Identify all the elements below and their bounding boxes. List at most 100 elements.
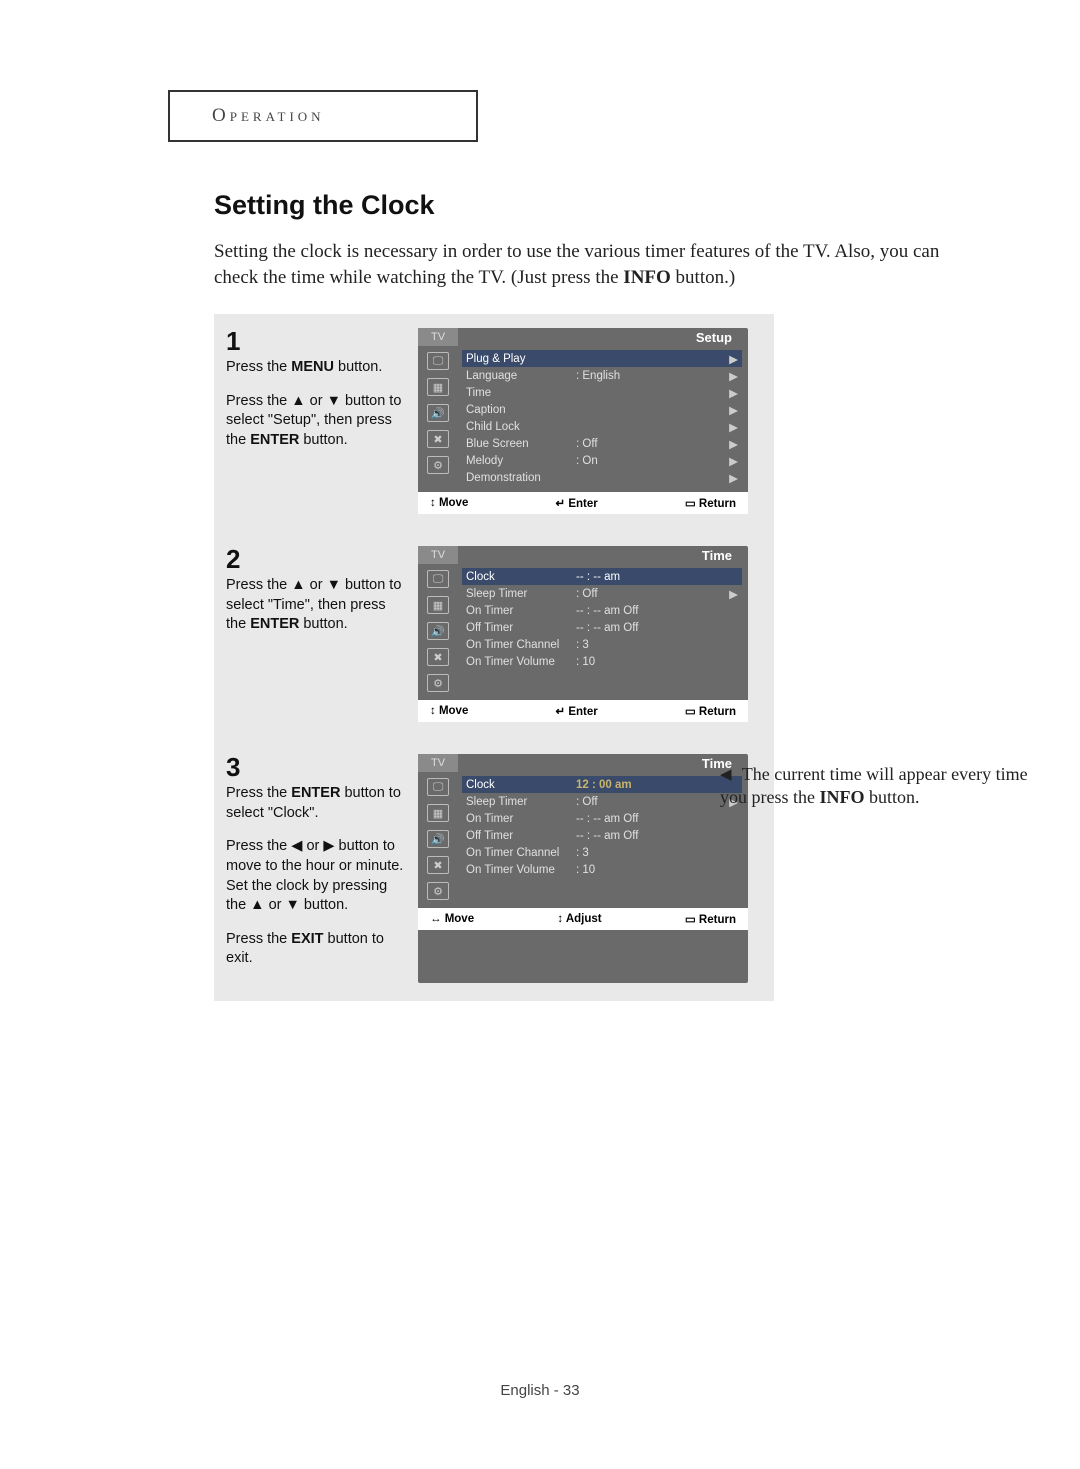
chevron-right-icon: ▶: [726, 403, 738, 417]
setup-icon: ✖: [427, 430, 449, 448]
chevron-right-icon: ▶: [726, 587, 738, 601]
osd-row-value: : Off: [576, 438, 726, 450]
osd-row-label: Time: [466, 387, 576, 399]
osd-footer-return: ▭ Return: [685, 704, 736, 718]
step: 2Press the ▲ or ▼ button to select "Time…: [226, 546, 762, 722]
osd-footer-action: ↵ Enter: [555, 704, 597, 718]
input-icon: ▦: [427, 596, 449, 614]
osd-footer: ↕ Move ↵ Enter ▭ Return: [418, 492, 748, 514]
osd-row-value: -- : -- am Off: [576, 622, 726, 634]
step-paragraph: Press the MENU button.: [226, 358, 408, 378]
osd-menu-row: Clock-- : -- am: [462, 568, 742, 585]
osd-menu-row: Caption▶: [462, 401, 742, 418]
osd-screenshot: TVTime🖵▦🔊✖⚙Clock12 : 00 amSleep Timer: O…: [418, 754, 748, 983]
osd-menu-row: On Timer Volume: 10: [462, 861, 742, 878]
osd-title: Time: [458, 546, 748, 564]
osd-row-label: Plug & Play: [466, 353, 576, 365]
chevron-right-icon: ▶: [726, 471, 738, 485]
step: 3 Press the ENTER button to select "Clock…: [226, 754, 762, 983]
osd-row-label: Child Lock: [466, 421, 576, 433]
osd-row-value: : 3: [576, 639, 726, 651]
osd-menu-row: Child Lock ▶: [462, 418, 742, 435]
osd-row-value: : 10: [576, 656, 726, 668]
osd-tab: TV: [418, 328, 458, 346]
chevron-right-icon: ▶: [726, 420, 738, 434]
page-footer: English - 33: [0, 1382, 1080, 1399]
osd-menu-row: On Timer Channel: 3: [462, 636, 742, 653]
osd-footer-return: ▭ Return: [685, 912, 736, 926]
osd-row-label: On Timer: [466, 813, 576, 825]
steps-panel: 1 Press the MENU button. Press the ▲ or ▼ …: [214, 314, 774, 1001]
step-paragraph: Press the ▲ or ▼ button to select "Setup…: [226, 392, 408, 451]
osd-row-label: Sleep Timer: [466, 588, 576, 600]
osd-menu-row: Off Timer-- : -- am Off: [462, 827, 742, 844]
intro-text-b: INFO: [623, 267, 671, 288]
osd-footer: ↕ Move↵ Enter▭ Return: [418, 700, 748, 722]
step-number: 1: [226, 328, 408, 354]
osd-row-label: Clock: [466, 779, 576, 791]
osd-footer-action: ↵ Enter: [555, 496, 597, 510]
osd-menu-list: Plug & Play▶Language: English▶Time▶Capti…: [458, 346, 748, 492]
osd-row-label: On Timer Volume: [466, 656, 576, 668]
step: 1 Press the MENU button. Press the ▲ or ▼ …: [226, 328, 762, 514]
chevron-right-icon: ▶: [726, 369, 738, 383]
osd-menu-row: On Timer-- : -- am Off: [462, 602, 742, 619]
osd-row-value: : Off: [576, 588, 726, 600]
osd-tab: TV: [418, 754, 458, 772]
osd-tab: TV: [418, 546, 458, 564]
step-text: 2Press the ▲ or ▼ button to select "Time…: [226, 546, 408, 722]
sliders-icon: ⚙: [427, 456, 449, 474]
section-header: Operation: [168, 90, 478, 142]
chevron-right-icon: ▶: [726, 437, 738, 451]
chevron-right-icon: ▶: [726, 352, 738, 366]
osd-row-label: Demonstration: [466, 472, 576, 484]
osd-row-label: Clock: [466, 571, 576, 583]
osd-screenshot: TVTime🖵▦🔊✖⚙Clock-- : -- amSleep Timer: O…: [418, 546, 748, 722]
osd-footer-move: ↕ Move: [430, 497, 468, 509]
osd-menu-list: Clock-- : -- amSleep Timer: Off▶On Timer…: [458, 564, 748, 700]
input-icon: ▦: [427, 378, 449, 396]
osd-title: Setup: [458, 328, 748, 346]
step-text: 3 Press the ENTER button to select "Clock…: [226, 754, 408, 983]
osd-footer-action: ↕ Adjust: [557, 913, 601, 925]
left-arrow-icon: ◀: [720, 766, 732, 786]
osd-row-value: : 10: [576, 864, 726, 876]
picture-icon: 🖵: [427, 778, 449, 796]
intro-text-c: button.): [671, 267, 735, 288]
side-note-b: INFO: [819, 787, 864, 807]
osd-menu-row: Demonstration ▶: [462, 469, 742, 486]
picture-icon: 🖵: [427, 352, 449, 370]
osd-footer-move: ↔ Move: [430, 913, 474, 925]
step-paragraph: Press the ENTER button to select "Clock"…: [226, 784, 408, 823]
sliders-icon: ⚙: [427, 674, 449, 692]
osd-row-label: Language: [466, 370, 576, 382]
osd-menu-row: Time▶: [462, 384, 742, 401]
osd-row-label: On Timer Volume: [466, 864, 576, 876]
step-paragraph: Press the EXIT button to exit.: [226, 930, 408, 969]
osd-title: Time: [458, 754, 748, 772]
osd-row-value: -- : -- am Off: [576, 813, 726, 825]
osd-row-value: -- : -- am: [576, 571, 726, 583]
osd-footer: ↔ Move ↕ Adjust ▭ Return: [418, 908, 748, 930]
osd-footer-return: ▭ Return: [685, 496, 736, 510]
osd-menu-row: Melody: On▶: [462, 452, 742, 469]
page-title: Setting the Clock: [214, 190, 996, 221]
osd-row-label: Off Timer: [466, 830, 576, 842]
step-number: 3: [226, 754, 408, 780]
osd-menu-row: Plug & Play ▶: [462, 350, 742, 367]
osd-row-value: : Off: [576, 796, 726, 808]
intro-text-a: Setting the clock is necessary in order …: [214, 241, 939, 288]
osd-menu-row: On Timer-- : -- am Off: [462, 810, 742, 827]
osd-row-label: Melody: [466, 455, 576, 467]
sound-icon: 🔊: [427, 404, 449, 422]
osd-icon-rail: 🖵▦🔊✖⚙: [418, 772, 458, 908]
osd-menu-row: Sleep Timer: Off▶: [462, 585, 742, 602]
osd-menu-row: On Timer Channel: 3: [462, 844, 742, 861]
side-note-c: button.: [864, 787, 919, 807]
osd-menu-row: On Timer Volume: 10: [462, 653, 742, 670]
setup-icon: ✖: [427, 856, 449, 874]
sliders-icon: ⚙: [427, 882, 449, 900]
osd-row-label: Sleep Timer: [466, 796, 576, 808]
osd-row-label: On Timer Channel: [466, 639, 576, 651]
osd-menu-row: Clock12 : 00 am: [462, 776, 742, 793]
